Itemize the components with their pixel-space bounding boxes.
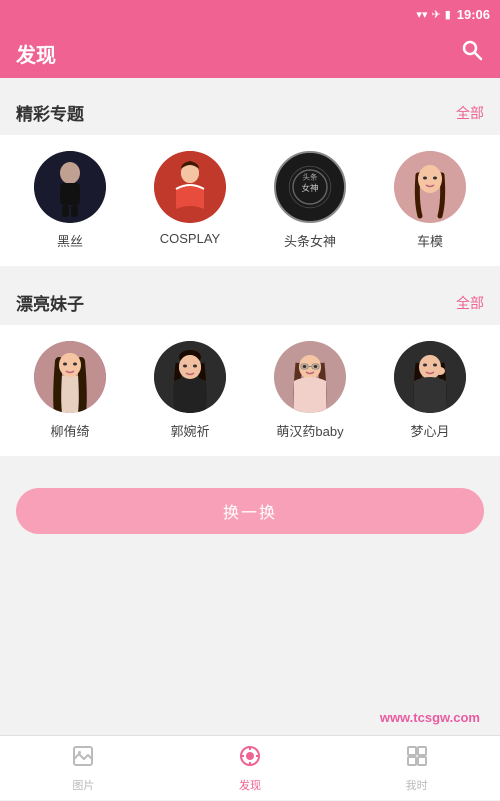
section-featured: 精彩专题 全部 黑丝 bbox=[0, 92, 500, 266]
nav-item-moments[interactable]: 我时 bbox=[333, 736, 500, 801]
top-bar: 发现 bbox=[0, 28, 500, 78]
svg-text:女神: 女神 bbox=[301, 183, 318, 193]
svg-text:头条: 头条 bbox=[302, 171, 318, 181]
avatar bbox=[34, 341, 106, 413]
nav-label-moments: 我时 bbox=[406, 777, 428, 793]
section-header-featured: 精彩专题 全部 bbox=[0, 92, 500, 135]
item-label: 柳侑绮 bbox=[50, 421, 89, 440]
avatar bbox=[274, 341, 346, 413]
refresh-section: 换一换 bbox=[0, 472, 500, 544]
nav-label-pictures: 图片 bbox=[72, 777, 94, 793]
section-all-featured[interactable]: 全部 bbox=[456, 103, 484, 123]
section-title-girls: 漂亮妹子 bbox=[16, 290, 84, 315]
section-card-girls: 柳侑绮 bbox=[0, 325, 500, 456]
avatar bbox=[34, 151, 106, 223]
list-item[interactable]: COSPLAY bbox=[145, 151, 235, 246]
nav-item-pictures[interactable]: 图片 bbox=[0, 736, 167, 801]
avatar bbox=[394, 341, 466, 413]
bottom-nav: 图片 发现 我时 bbox=[0, 735, 500, 800]
section-all-girls[interactable]: 全部 bbox=[456, 293, 484, 313]
refresh-button[interactable]: 换一换 bbox=[16, 488, 484, 534]
item-label: COSPLAY bbox=[160, 231, 220, 246]
wifi-icon: ▾▾ bbox=[416, 8, 427, 21]
item-label: 萌汉药baby bbox=[276, 421, 343, 440]
avatar bbox=[154, 341, 226, 413]
list-item[interactable]: 头条 女神 头条女神 bbox=[265, 151, 355, 250]
main-content: 精彩专题 全部 黑丝 bbox=[0, 78, 500, 735]
pictures-icon bbox=[71, 744, 95, 774]
avatar bbox=[154, 151, 226, 223]
avatar: 头条 女神 bbox=[274, 151, 346, 223]
nav-item-discover[interactable]: 发现 bbox=[167, 736, 334, 801]
nav-label-discover: 发现 bbox=[239, 777, 261, 793]
page-title: 发现 bbox=[16, 39, 56, 68]
status-bar: ▾▾ ✈ ▮ 19:06 bbox=[0, 0, 500, 28]
section-title-featured: 精彩专题 bbox=[16, 100, 84, 125]
discover-icon bbox=[238, 744, 262, 774]
section-card-featured: 黑丝 bbox=[0, 135, 500, 266]
item-label: 郭婉祈 bbox=[170, 421, 209, 440]
list-item[interactable]: 郭婉祈 bbox=[145, 341, 235, 440]
airplane-icon: ✈ bbox=[431, 8, 440, 21]
status-icons: ▾▾ ✈ ▮ bbox=[416, 8, 450, 21]
status-time: 19:06 bbox=[457, 7, 490, 22]
item-label: 头条女神 bbox=[284, 231, 336, 250]
battery-icon: ▮ bbox=[445, 8, 451, 21]
list-item[interactable]: 车模 bbox=[385, 151, 475, 250]
list-item[interactable]: 柳侑绮 bbox=[25, 341, 115, 440]
list-item[interactable]: 黑丝 bbox=[25, 151, 115, 250]
moments-icon bbox=[405, 744, 429, 774]
item-label: 车模 bbox=[417, 231, 443, 250]
section-header-girls: 漂亮妹子 全部 bbox=[0, 282, 500, 325]
avatar bbox=[394, 151, 466, 223]
item-label: 梦心月 bbox=[410, 421, 449, 440]
list-item[interactable]: 梦心月 bbox=[385, 341, 475, 440]
featured-items-row: 黑丝 bbox=[10, 151, 490, 250]
list-item[interactable]: 萌汉药baby bbox=[265, 341, 355, 440]
girls-items-row: 柳侑绮 bbox=[10, 341, 490, 440]
item-label: 黑丝 bbox=[57, 231, 83, 250]
section-girls: 漂亮妹子 全部 bbox=[0, 282, 500, 456]
search-icon[interactable] bbox=[460, 38, 484, 68]
